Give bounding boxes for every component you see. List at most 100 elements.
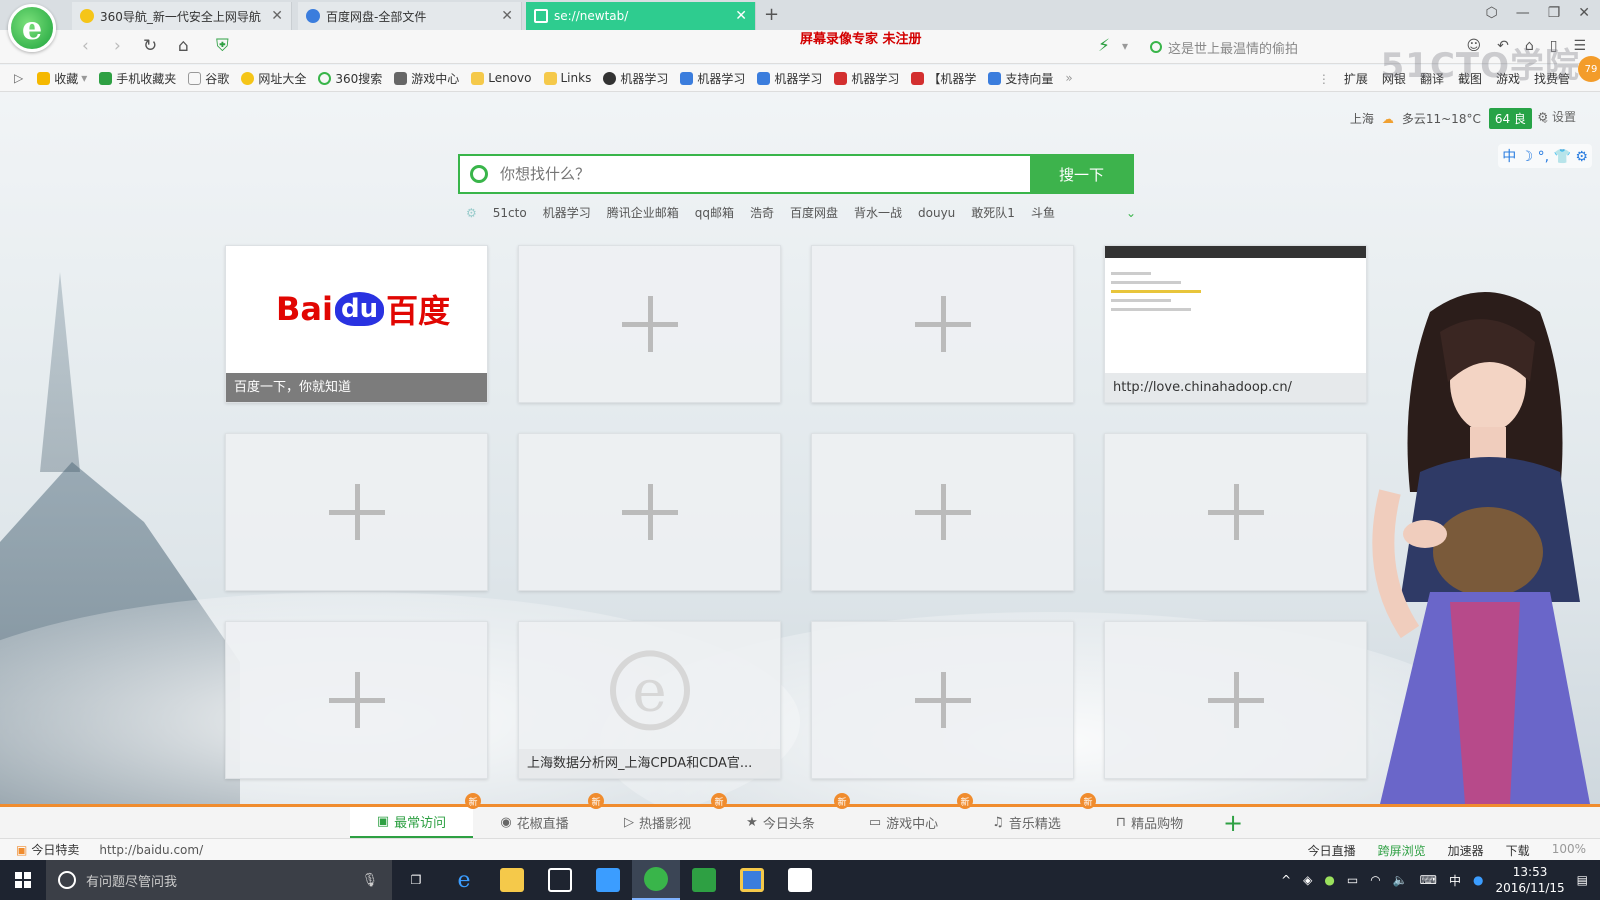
chevron-down-icon[interactable]: ▾ — [1122, 39, 1128, 53]
notification-icon[interactable]: ▤ — [1577, 873, 1588, 887]
search-box[interactable]: 这是世上最温情的偷拍 — [1150, 37, 1410, 57]
tile-empty[interactable] — [225, 621, 488, 779]
hotword-link[interactable]: 腾讯企业邮箱 — [607, 204, 679, 221]
hotword-link[interactable]: 斗鱼 — [1031, 204, 1055, 221]
bookmark-item[interactable]: 【机器学 — [911, 70, 976, 87]
bookmark-item[interactable]: 手机收藏夹 — [99, 70, 176, 87]
tile-baidu[interactable]: Bai du 百度 百度一下，你就知道 — [225, 245, 488, 403]
shield-icon[interactable]: ⛨ — [216, 36, 229, 56]
tab-baidu-pan[interactable]: 百度网盘-全部文件 ✕ — [298, 2, 522, 30]
today-deal-link[interactable]: 今日特卖 — [31, 841, 79, 858]
tile-empty[interactable] — [811, 433, 1074, 591]
settings-button[interactable]: ⚙ 设置 — [1537, 108, 1576, 125]
network-tray-icon[interactable]: ◈ — [1303, 873, 1312, 887]
bookmark-item[interactable]: 机器学习 — [834, 70, 899, 87]
minimize-icon[interactable]: — — [1516, 5, 1530, 21]
search-button[interactable]: 搜一下 — [1030, 154, 1133, 194]
bookmark-item[interactable]: 支持向量 — [988, 70, 1053, 87]
home-icon[interactable]: ⌂ — [178, 36, 189, 56]
ime-toolbar[interactable]: 中 ☽ °, 👕 ⚙ — [1498, 144, 1592, 168]
weather-widget[interactable]: 上海 ☁ 多云11~18°C 64 良 ⌄ — [1350, 108, 1550, 129]
bookmark-item[interactable]: 网址大全 — [241, 70, 306, 87]
skin-icon[interactable]: ⬡ — [1485, 5, 1497, 21]
keyboard-icon[interactable]: ⌨ — [1420, 873, 1437, 887]
bookmark-item[interactable]: 机器学习 — [603, 70, 668, 87]
hotword-link[interactable]: 敢死队1 — [971, 204, 1015, 221]
360-tray-icon[interactable]: ● — [1324, 873, 1334, 887]
hotword-link[interactable]: qq邮箱 — [695, 204, 734, 221]
close-icon[interactable]: ✕ — [735, 8, 747, 24]
bookmark-item[interactable]: Links — [543, 71, 591, 85]
tile-empty[interactable] — [811, 621, 1074, 779]
close-window-icon[interactable]: ✕ — [1578, 5, 1590, 21]
new-tab-button[interactable]: + — [764, 4, 779, 25]
restore-icon[interactable]: ❐ — [1548, 5, 1561, 21]
hotword-link[interactable]: 百度网盘 — [790, 204, 838, 221]
tab-most-visited[interactable]: ▣ 最常访问 新 — [350, 793, 481, 838]
tab-huajiao-live[interactable]: ◉ 花椒直播 新 — [473, 793, 604, 838]
tab-game-center[interactable]: ▭ 游戏中心 新 — [842, 793, 973, 838]
bookmark-item[interactable]: 机器学习 — [680, 70, 745, 87]
tile-empty[interactable] — [1104, 621, 1367, 779]
tile-empty[interactable] — [518, 433, 781, 591]
task-view-button[interactable]: ❐ — [392, 860, 440, 900]
clock[interactable]: 13:53 2016/11/15 — [1495, 864, 1564, 896]
ime-indicator[interactable]: 中 — [1449, 872, 1461, 889]
360-browser-app[interactable] — [632, 860, 680, 900]
reload-icon[interactable]: ↻ — [143, 36, 157, 56]
sidebar-toggle-icon[interactable]: ▷ — [14, 71, 23, 85]
add-tab-button[interactable]: + — [1223, 809, 1243, 837]
camtasia-app-2[interactable] — [776, 860, 824, 900]
cross-screen-button[interactable]: 跨屏浏览 — [1378, 842, 1426, 859]
bookmark-item[interactable]: Lenovo — [471, 71, 532, 85]
hotword-link[interactable]: 51cto — [493, 206, 527, 220]
volume-icon[interactable]: 🔈 — [1393, 873, 1408, 887]
tile-chinahadoop[interactable]: http://love.chinahadoop.cn/ — [1104, 245, 1367, 403]
tab-shopping[interactable]: ⊓ 精品购物 — [1088, 807, 1211, 838]
notification-badge[interactable]: 79 — [1578, 56, 1600, 82]
lightning-icon[interactable]: ⚡ — [1098, 36, 1110, 56]
zoom-level[interactable]: 100% — [1552, 842, 1586, 859]
tile-empty[interactable] — [518, 245, 781, 403]
battery-icon[interactable]: ▭ — [1347, 873, 1358, 887]
close-icon[interactable]: ✕ — [271, 8, 283, 24]
forward-icon[interactable]: › — [114, 36, 121, 56]
chevron-down-icon[interactable]: ⌄ — [1126, 206, 1136, 220]
tile-empty[interactable] — [811, 245, 1074, 403]
camtasia-app[interactable] — [680, 860, 728, 900]
tab-newtab[interactable]: se://newtab/ ✕ — [526, 2, 756, 30]
hotword-link[interactable]: douyu — [918, 206, 955, 220]
app-yellow[interactable] — [728, 860, 776, 900]
qq-browser-app[interactable] — [584, 860, 632, 900]
bookmark-item[interactable]: 收藏 ▾ — [37, 70, 87, 87]
microphone-icon[interactable]: 🎙 — [361, 873, 378, 888]
windows-start-button[interactable] — [0, 860, 46, 900]
bookmark-item[interactable]: 360搜索 — [318, 70, 382, 87]
wifi-icon[interactable]: ◠ — [1370, 873, 1380, 887]
tab-music[interactable]: ♫ 音乐精选 新 — [965, 793, 1096, 838]
bookmark-more-button[interactable]: » — [1065, 71, 1072, 85]
live-today-button[interactable]: 今日直播 — [1308, 842, 1356, 859]
bookmark-item[interactable]: 机器学习 — [757, 70, 822, 87]
back-icon[interactable]: ‹ — [82, 36, 89, 56]
tile-empty[interactable] — [225, 433, 488, 591]
chevron-up-icon[interactable]: ^ — [1281, 873, 1291, 887]
tile-cpda[interactable]: e 上海数据分析网_上海CPDA和CDA官... — [518, 621, 781, 779]
gear-icon[interactable]: ⚙ — [466, 206, 477, 220]
tile-empty[interactable] — [1104, 433, 1367, 591]
tab-360-nav[interactable]: 360导航_新一代安全上网导航 ✕ — [72, 2, 292, 30]
browser-logo-icon[interactable]: e — [8, 4, 56, 52]
file-explorer-app[interactable] — [488, 860, 536, 900]
cortana-search-box[interactable]: 有问题尽管问我 🎙 — [46, 860, 392, 900]
hotword-link[interactable]: 背水一战 — [854, 204, 902, 221]
hotword-link[interactable]: 浩奇 — [750, 204, 774, 221]
tab-headlines[interactable]: ★ 今日头条 新 — [719, 793, 850, 838]
bookmark-item[interactable]: 谷歌 — [188, 70, 229, 87]
download-button[interactable]: 下载 — [1506, 842, 1530, 859]
store-app[interactable] — [536, 860, 584, 900]
qq-tray-icon[interactable]: ● — [1473, 873, 1483, 887]
tab-hot-videos[interactable]: ▷ 热播影视 新 — [596, 793, 727, 838]
more-vertical-icon[interactable]: ⋮ — [1318, 72, 1330, 86]
hotword-link[interactable]: 机器学习 — [543, 204, 591, 221]
close-icon[interactable]: ✕ — [501, 8, 513, 24]
